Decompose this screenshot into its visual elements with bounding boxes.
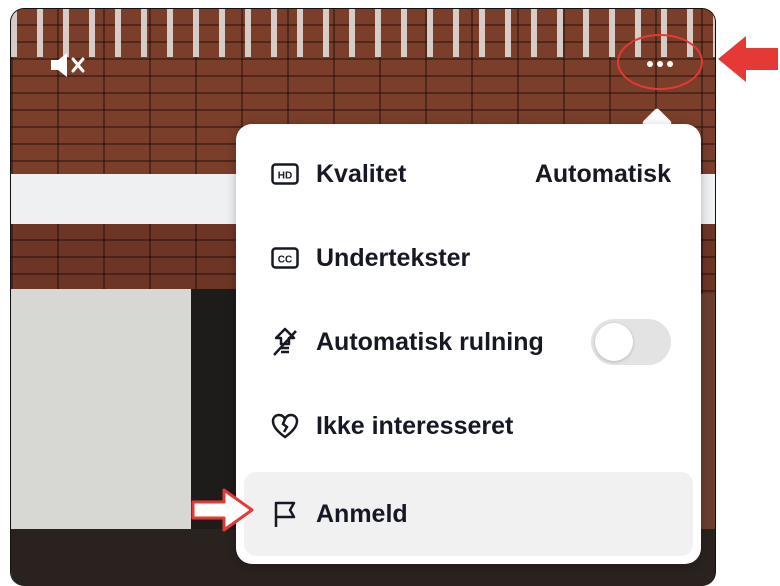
broken-heart-icon xyxy=(270,411,300,441)
flag-icon xyxy=(270,499,300,529)
speaker-muted-icon xyxy=(51,53,85,77)
menu-item-autoscroll[interactable]: Automatisk rulning xyxy=(236,300,701,384)
svg-text:CC: CC xyxy=(278,255,292,266)
toggle-knob xyxy=(595,323,633,361)
menu-item-subtitles[interactable]: CC Undertekster xyxy=(236,216,701,300)
autoscroll-icon xyxy=(270,327,300,357)
video-frame-railing xyxy=(11,9,715,57)
svg-text:HD: HD xyxy=(278,171,292,182)
menu-item-report[interactable]: Anmeld xyxy=(244,472,693,556)
menu-item-label: Anmeld xyxy=(316,499,408,528)
cc-icon: CC xyxy=(270,243,300,273)
menu-item-label: Ikke interesseret xyxy=(316,411,514,440)
annotation-arrow-icon xyxy=(718,36,778,82)
menu-item-label: Undertekster xyxy=(316,243,471,272)
annotation-highlight-circle xyxy=(617,34,703,90)
menu-item-quality[interactable]: HD Kvalitet Automatisk xyxy=(236,132,701,216)
menu-item-label: Kvalitet xyxy=(316,159,407,188)
mute-button[interactable] xyxy=(48,50,88,80)
autoscroll-toggle[interactable] xyxy=(591,319,671,365)
annotation-pointer-arrow-icon xyxy=(191,488,254,532)
hd-icon: HD xyxy=(270,159,300,189)
options-menu: HD Kvalitet Automatisk CC Undertekster A… xyxy=(236,124,701,564)
quality-value: Automatisk xyxy=(534,159,671,188)
menu-item-not-interested[interactable]: Ikke interesseret xyxy=(236,384,701,468)
menu-item-label: Automatisk rulning xyxy=(316,327,544,356)
